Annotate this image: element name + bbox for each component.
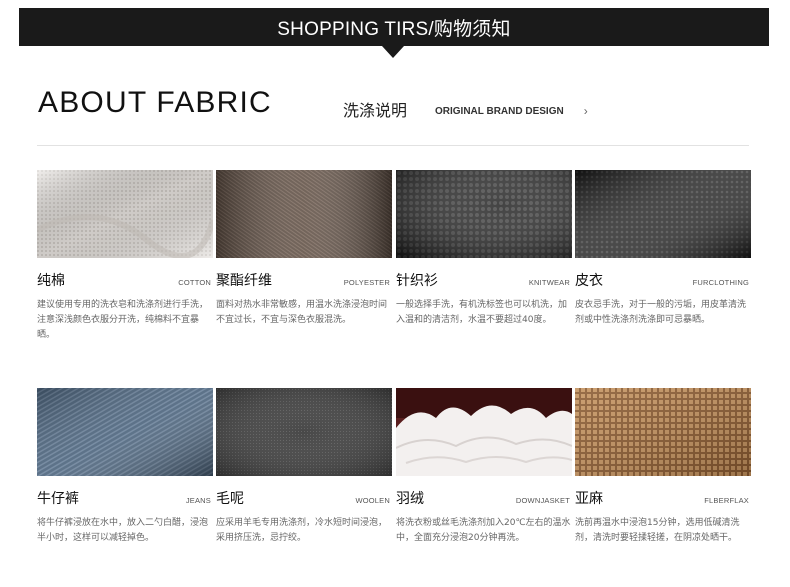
fabric-en-name: POLYESTER bbox=[343, 278, 390, 287]
woolen-fabric-image bbox=[216, 388, 392, 476]
fabric-card-woolen: 毛呢 WOOLEN 应采用羊毛专用洗涤剂，冷水短时间浸泡，采用挤压洗，忌拧绞。 bbox=[216, 388, 392, 546]
fabric-en-name: KNITWEAR bbox=[528, 278, 570, 287]
fabric-description: 建议使用专用的洗衣皂和洗涤剂进行手洗，注意深浅颜色衣服分开洗，纯棉料不宜暴晒。 bbox=[37, 300, 209, 340]
fabric-en-name: JEANS bbox=[185, 496, 211, 505]
fabric-description: 将洗衣粉或丝毛洗涤剂加入20℃左右的温水中，全面充分浸泡20分钟再洗。 bbox=[396, 518, 571, 543]
fabric-cn-name: 亚麻 bbox=[575, 491, 603, 507]
fabric-en-name: DOWNJASKET bbox=[515, 496, 570, 505]
fabric-card-polyester: 聚酯纤维 POLYESTER 面料对热水非常敏感，用温水洗涤浸泡时间不宜过长，不… bbox=[216, 170, 392, 328]
fabric-description: 皮衣忌手洗，对于一般的污垢，用皮革清洗剂或中性洗涤剂洗涤即可忌暴晒。 bbox=[575, 300, 747, 325]
fabric-cn-name: 毛呢 bbox=[216, 491, 244, 507]
fabric-description: 洗前再温水中浸泡15分钟，选用低碱清洗剂，清洗时要轻揉轻搓，在阴凉处晒干。 bbox=[575, 518, 740, 543]
fabric-cn-name: 聚酯纤维 bbox=[216, 273, 272, 289]
top-banner: SHOPPING TIRS/购物须知 bbox=[19, 8, 769, 46]
fabric-en-name: WOOLEN bbox=[355, 496, 390, 505]
linen-fabric-image bbox=[575, 388, 751, 476]
fabric-description: 将牛仔裤浸放在水中，放入二勺白醋，浸泡半小时，这样可以减轻掉色。 bbox=[37, 518, 209, 543]
fabric-card-leather: 皮衣 FURCLOTHING 皮衣忌手洗，对于一般的污垢，用皮革清洗剂或中性洗涤… bbox=[575, 170, 751, 328]
fabric-card-down: 羽绒 DOWNJASKET 将洗衣粉或丝毛洗涤剂加入20℃左右的温水中，全面充分… bbox=[396, 388, 572, 546]
fabric-description: 一般选择手洗，有机洗标签也可以机洗，加入温和的清洁剂，水温不要超过40度。 bbox=[396, 300, 568, 325]
fabric-description: 面料对热水非常敏感，用温水洗涤浸泡时间不宜过长，不宜与深色衣服混洗。 bbox=[216, 300, 388, 325]
wash-instructions-label: 洗涤说明 bbox=[343, 101, 408, 120]
fabric-en-name: FLBERFLAX bbox=[704, 496, 749, 505]
banner-notch bbox=[382, 46, 404, 58]
fabric-cn-name: 牛仔裤 bbox=[37, 491, 79, 507]
fabric-cn-name: 羽绒 bbox=[396, 491, 424, 507]
fabric-cn-name: 皮衣 bbox=[575, 273, 603, 289]
page-title: ABOUT FABRIC bbox=[38, 86, 272, 119]
chevron-right-icon: › bbox=[583, 104, 588, 118]
divider bbox=[37, 145, 749, 146]
fabric-card-knitwear: 针织衫 KNITWEAR 一般选择手洗，有机洗标签也可以机洗，加入温和的清洁剂，… bbox=[396, 170, 572, 328]
fabric-en-name: COTTON bbox=[178, 278, 211, 287]
fabric-card-linen: 亚麻 FLBERFLAX 洗前再温水中浸泡15分钟，选用低碱清洗剂，清洗时要轻揉… bbox=[575, 388, 751, 546]
leather-fabric-image bbox=[575, 170, 751, 258]
fabric-card-jeans: 牛仔裤 JEANS 将牛仔裤浸放在水中，放入二勺白醋，浸泡半小时，这样可以减轻掉… bbox=[37, 388, 213, 546]
cotton-fabric-image bbox=[37, 170, 213, 258]
brand-link-label: ORIGINAL BRAND DESIGN bbox=[435, 105, 564, 117]
fabric-cn-name: 针织衫 bbox=[396, 273, 438, 289]
fabric-en-name: FURCLOTHING bbox=[692, 278, 749, 287]
fabric-cn-name: 纯棉 bbox=[37, 273, 65, 289]
original-brand-design-link[interactable]: ORIGINAL BRAND DESIGN › bbox=[435, 102, 588, 120]
fabric-card-cotton: 纯棉 COTTON 建议使用专用的洗衣皂和洗涤剂进行手洗，注意深浅颜色衣服分开洗… bbox=[37, 170, 213, 343]
knitwear-fabric-image bbox=[396, 170, 572, 258]
banner-title: SHOPPING TIRS/购物须知 bbox=[277, 18, 511, 40]
down-fabric-image bbox=[396, 388, 572, 476]
fabric-description: 应采用羊毛专用洗涤剂，冷水短时间浸泡，采用挤压洗，忌拧绞。 bbox=[216, 518, 388, 543]
polyester-fabric-image bbox=[216, 170, 392, 258]
jeans-fabric-image bbox=[37, 388, 213, 476]
